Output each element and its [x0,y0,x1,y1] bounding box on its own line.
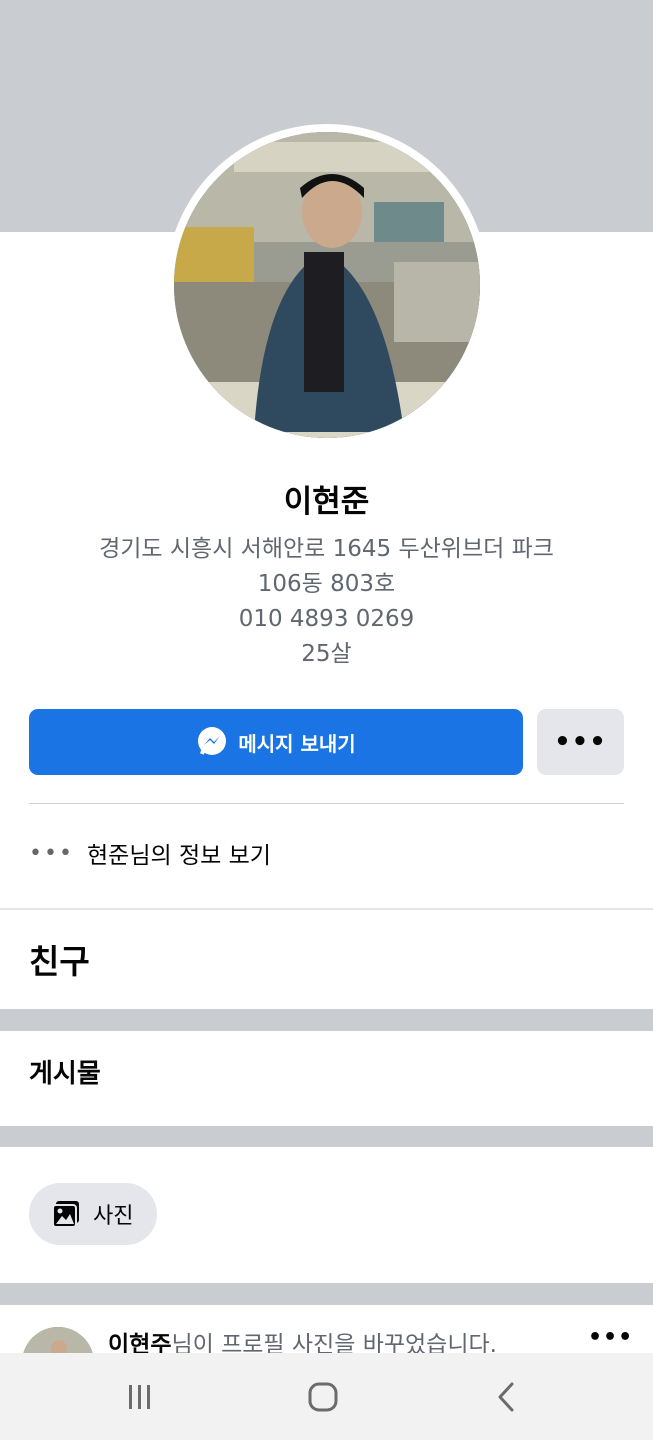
bio-line-address: 경기도 시흥시 서해안로 1645 두산위브더 파크 [99,536,554,562]
post-more-button[interactable]: ••• [588,1325,633,1350]
more-dots-icon: ••• [29,840,74,866]
post-author-name[interactable]: 이현주 [108,1332,171,1355]
section-separator [0,1283,653,1305]
bio-line-unit: 106동 803호 [257,571,396,597]
post-headline: 이현주님이 프로필 사진을 바꾸었습니다. [108,1325,497,1355]
section-separator [0,1126,653,1147]
profile-photo-image [174,132,480,438]
divider [29,803,624,804]
send-message-button[interactable]: 메시지 보내기 [29,709,523,775]
messenger-icon [198,727,227,755]
profile-name: 이현준 [283,484,370,520]
post-author-avatar[interactable] [22,1327,94,1355]
home-button[interactable] [303,1379,343,1415]
post-avatar-image [22,1327,94,1355]
system-navigation-bar [0,1353,653,1440]
bio-line-age: 25살 [301,641,352,667]
view-about-info-label: 현준님의 정보 보기 [87,843,271,869]
post-item[interactable]: 이현주님이 프로필 사진을 바꾸었습니다. ••• [0,1305,653,1355]
recent-apps-icon [129,1385,150,1409]
send-message-label: 메시지 보내기 [238,731,356,756]
home-icon [308,1382,338,1412]
back-button[interactable] [486,1379,526,1415]
view-about-info-row[interactable]: ••• 현준님의 정보 보기 [29,830,624,876]
photos-chip-label: 사진 [93,1204,134,1229]
bio-line-phone: 010 4893 0269 [238,606,415,632]
friends-section-title[interactable]: 친구 [29,935,90,983]
more-options-button[interactable]: ••• [537,709,624,775]
photos-chip-button[interactable]: 사진 [29,1183,157,1245]
back-icon [498,1382,514,1412]
section-divider [0,908,653,910]
recent-apps-button[interactable] [120,1379,160,1415]
section-separator [0,1009,653,1031]
posts-section-title: 게시물 [29,1059,101,1089]
photo-album-icon [52,1201,79,1228]
profile-picture[interactable] [174,132,480,438]
profile-bio: 경기도 시흥시 서해안로 1645 두산위브더 파크 106동 803호 010… [0,532,653,672]
post-action-text: 님이 프로필 사진을 바꾸었습니다. [171,1332,497,1355]
